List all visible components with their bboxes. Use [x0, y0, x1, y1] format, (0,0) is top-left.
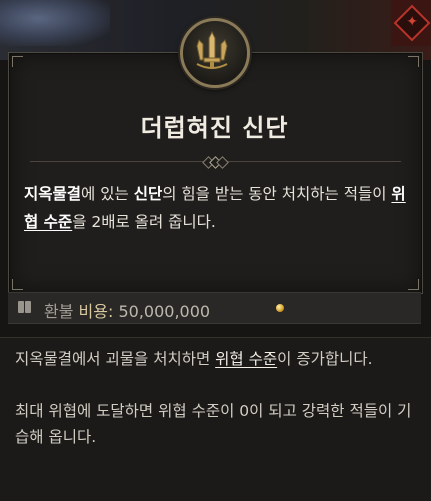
dungeon-marker-icon: ✦: [391, 0, 431, 46]
tooltip-description: 지옥물결에 있는 신단의 힘을 받는 동안 처치하는 적들이 위협 수준을 2배…: [24, 180, 409, 236]
divider-ornament: [200, 156, 230, 169]
gold-coin-icon: [276, 304, 284, 312]
refund-cost-bar: 환불 비용: 50,000,000: [8, 292, 421, 324]
threat-info-line2: 최대 위협에 도달하면 위협 수준이 0이 되고 강력한 적들이 기습해 옵니다…: [15, 402, 412, 446]
description-text: 을 2배로 올려 줍니다.: [72, 213, 216, 231]
threat-info-line1: 지옥물결에서 괴물을 처치하면 위협 수준이 증가합니다.: [15, 350, 373, 368]
refund-label: 환불: [44, 302, 74, 321]
threat-info-tooltip: 지옥물결에서 괴물을 처치하면 위협 수준이 증가합니다. 최대 위협에 도달하…: [0, 337, 431, 501]
keyword-hellwave[interactable]: 지옥물결: [24, 185, 81, 203]
tooltip-title: 더럽혀진 신단: [140, 113, 289, 142]
sword-shrine-icon: [180, 18, 250, 88]
cost-amount: 50,000,000: [118, 302, 211, 321]
background-scenery: [0, 0, 110, 46]
refund-book-icon: [18, 301, 32, 314]
keyword-shrine[interactable]: 신단: [134, 185, 163, 203]
description-text: 의 힘을 받는 동안 처치하는 적들이: [162, 185, 392, 203]
description-text: 에 있는: [81, 185, 134, 203]
cost-label: 비용:: [78, 302, 114, 321]
tooltip-panel: [8, 52, 423, 294]
threat-level-link[interactable]: 위협 수준: [215, 350, 277, 368]
refund-cost-text: 환불 비용: 50,000,000: [44, 298, 210, 322]
